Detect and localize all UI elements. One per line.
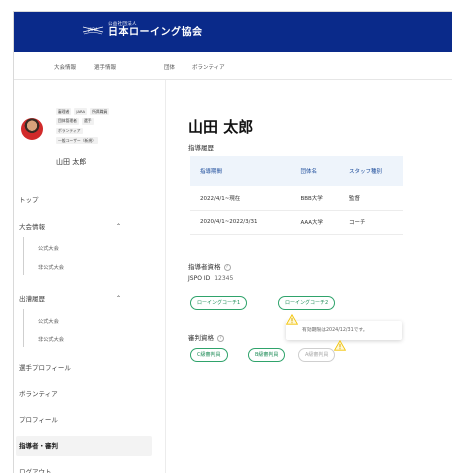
nav-team[interactable]: 団体 [164,63,175,71]
chevron-up-icon: ⌃ [115,223,121,230]
sidebar-subitem-unofficial[interactable]: 非公式大会 [38,336,64,343]
sidebar-item-volunteer[interactable]: ボランティア [19,384,155,404]
sidebar-item-label: 大会情報 [19,223,45,231]
info-icon[interactable]: ? [223,263,231,271]
svg-text:JARA: JARA [87,27,97,32]
sidebar-subitem-official[interactable]: 公式大会 [38,245,59,252]
sidebar-item-label: 出漕履歴 [19,295,45,303]
table-cell: BBB大学 [290,186,339,211]
sidebar-item-top[interactable]: トップ [19,190,155,210]
app-frame: JARA 公益社団法人 日本ローイング協会 大会情報 選手情報 団体 ボランティ… [13,11,452,473]
coach-qualification-pill[interactable]: ローイングコーチ1 [190,296,248,310]
sidebar-item-logout[interactable]: ログアウト [19,462,155,473]
jspo-label: JSPO ID [188,275,211,282]
role-tag: 審理者 [56,108,72,115]
sidebar-item-coach-referee[interactable]: 指導者・審判 [16,436,152,456]
sidebar: 審理者 JARA 所属職員 団体管理者 選手 ボランティア 一般ユーザー（新規）… [14,80,166,473]
column-header: 指導期間 [190,156,291,186]
role-tag: 一般ユーザー（新規） [56,137,98,145]
chevron-up-icon: ⌃ [115,295,121,302]
referee-qualification-pill[interactable]: B級審判員 [248,348,286,362]
header-bar: JARA 公益社団法人 日本ローイング協会 [14,12,452,52]
brand-name: 日本ローイング協会 [108,26,203,38]
sidebar-item-profile[interactable]: プロフィール [19,410,155,430]
referee-qualification-label: 審判資格 [188,334,214,342]
sub-navigation: 大会情報 選手情報 団体 ボランティア [14,52,452,80]
table-cell: 2020/4/1~2022/3/31 [190,210,291,235]
referee-qualification-heading: 審判資格? [188,332,224,342]
page-title: 山田 太郎 [188,118,254,136]
role-tag: ボランティア [56,127,83,135]
referee-qualification-pill-expired[interactable]: A級審判員 [298,348,336,362]
submenu-guide [23,309,24,347]
warning-icon [334,340,346,351]
sidebar-subitem-official[interactable]: 公式大会 [38,318,59,325]
table-cell: コーチ [338,210,403,235]
avatar [21,118,43,140]
sidebar-item-athlete-profile[interactable]: 選手プロフィール [19,358,155,378]
sidebar-item-tournament[interactable]: 大会情報 ⌃ [19,217,155,237]
history-heading: 指導履歴 [188,144,214,152]
coach-qualification-label: 指導者資格 [188,263,221,271]
role-tag: JARA [74,108,88,115]
sidebar-subitem-unofficial[interactable]: 非公式大会 [38,264,64,271]
coaching-history-table: 指導期間 団体名 スタッフ種別 2022/4/1~現在 BBB大学 監督 202… [190,156,403,235]
info-icon[interactable]: ? [217,334,224,342]
column-header: スタッフ種別 [338,156,403,186]
referee-qualification-pill[interactable]: C級審判員 [190,348,228,362]
nav-tournament[interactable]: 大会情報 [54,63,76,71]
jspo-id-value: 12345 [214,275,234,282]
expiry-tooltip: 有効期限は2024/12/31です。 [286,321,402,340]
sidebar-username: 山田 太郎 [56,158,87,166]
coach-qualification-heading: 指導者資格? [188,261,231,271]
table-row: 2022/4/1~現在 BBB大学 監督 [190,186,403,211]
nav-athlete[interactable]: 選手情報 [94,63,116,71]
column-header: 団体名 [290,156,339,186]
site-logo[interactable]: JARA 公益社団法人 日本ローイング協会 [82,22,203,38]
role-tag: 団体管理者 [56,117,79,125]
nav-volunteer[interactable]: ボランティア [192,63,225,71]
role-tag: 選手 [81,117,94,125]
sidebar-item-entry-history[interactable]: 出漕履歴 ⌃ [19,289,155,309]
warning-icon [286,314,298,325]
role-tags: 審理者 JARA 所属職員 団体管理者 選手 ボランティア 一般ユーザー（新規） [56,108,110,147]
rowing-logo-icon: JARA [82,23,104,37]
submenu-guide [23,237,24,275]
role-tag: 所属職員 [90,108,110,115]
coach-qualification-pill[interactable]: ローイングコーチ2 [278,296,336,310]
table-header-row: 指導期間 団体名 スタッフ種別 [190,156,403,186]
table-cell: 2022/4/1~現在 [190,186,291,211]
table-row: 2020/4/1~2022/3/31 AAA大学 コーチ [190,210,403,235]
jspo-id: JSPO ID 12345 [188,275,233,282]
table-cell: 監督 [338,186,403,211]
table-cell: AAA大学 [290,210,339,235]
